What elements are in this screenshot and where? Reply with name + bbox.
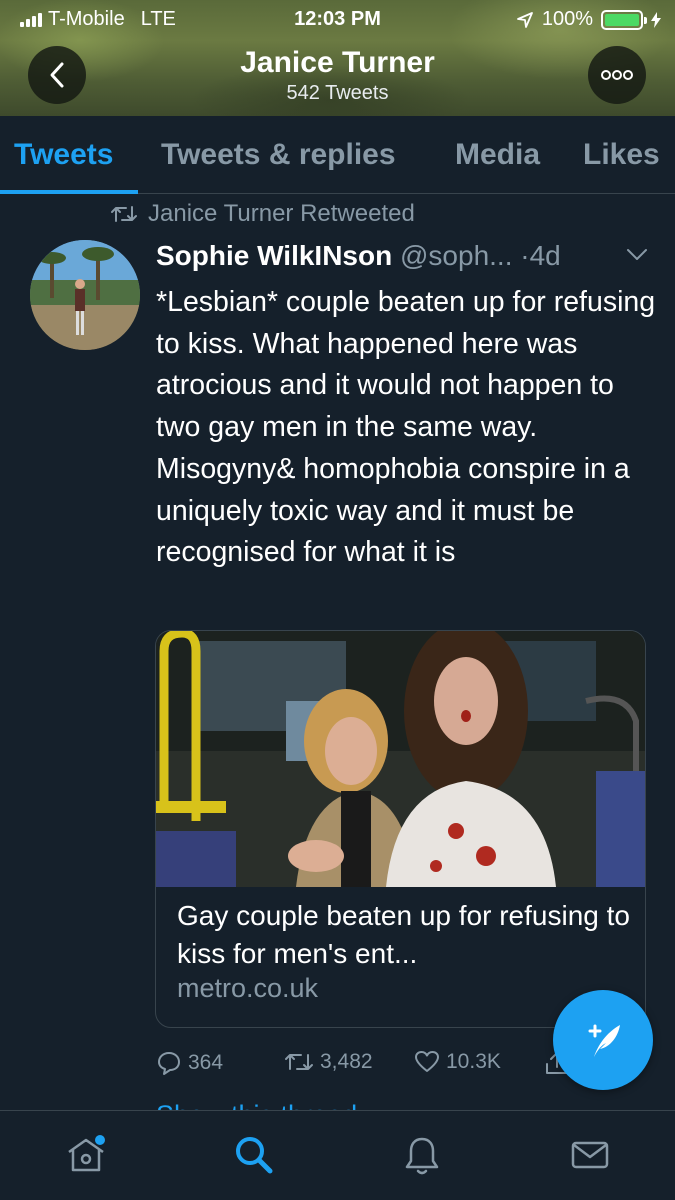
heart-icon <box>415 1051 439 1072</box>
retweet-icon <box>285 1054 313 1070</box>
nav-search[interactable] <box>230 1131 278 1179</box>
tweet-count: 542 Tweets <box>286 82 389 104</box>
chevron-down-icon[interactable] <box>626 248 648 262</box>
bottom-navigation <box>0 1110 675 1200</box>
notifications-icon <box>405 1137 439 1175</box>
tab-media[interactable]: Media <box>455 138 540 172</box>
tweet-header: Sophie WilkINson @soph... ·4d <box>156 240 561 272</box>
retweet-context[interactable]: Janice Turner Retweeted <box>110 200 415 228</box>
battery-icon <box>601 9 647 30</box>
author-handle[interactable]: @soph... <box>400 240 512 271</box>
battery-percent: 100% <box>541 8 593 30</box>
active-tab-indicator <box>0 190 138 194</box>
tweet-text: *Lesbian* couple beaten up for refusing … <box>156 286 656 569</box>
tweet-time: ·4d <box>520 240 561 271</box>
search-icon <box>236 1137 273 1174</box>
reply-count: 364 <box>188 1051 224 1074</box>
retweeted-by-label: Janice Turner Retweeted <box>148 200 415 227</box>
card-title: Gay couple beaten up for refusing to kis… <box>177 900 630 969</box>
profile-tabs: Tweets Tweets & replies Media Likes <box>0 116 675 194</box>
tab-tweets[interactable]: Tweets <box>14 138 113 172</box>
card-image <box>156 631 645 887</box>
profile-header: T-Mobile LTE 12:03 PM 100% Janice Turner… <box>0 0 675 116</box>
tab-likes[interactable]: Likes <box>583 138 660 172</box>
status-bar: T-Mobile LTE 12:03 PM 100% <box>0 0 675 38</box>
nav-home[interactable] <box>62 1131 110 1179</box>
home-icon <box>68 1135 105 1172</box>
tab-tweets-replies[interactable]: Tweets & replies <box>161 138 396 172</box>
location-arrow-icon <box>516 11 533 28</box>
compose-tweet-button[interactable] <box>553 990 653 1090</box>
nav-messages[interactable] <box>566 1131 614 1179</box>
like-button[interactable]: 10.3K <box>414 1050 501 1074</box>
charging-bolt-icon <box>651 11 661 28</box>
like-count: 10.3K <box>446 1050 501 1073</box>
retweet-count: 3,482 <box>320 1050 373 1073</box>
reply-icon <box>158 1052 180 1075</box>
retweet-button[interactable]: 3,482 <box>284 1050 373 1074</box>
card-domain: metro.co.uk <box>177 973 319 1003</box>
author-name[interactable]: Sophie WilkINson <box>156 240 392 271</box>
reply-button[interactable]: 364 <box>156 1050 223 1076</box>
profile-name: Janice Turner <box>240 46 435 79</box>
nav-notifications[interactable] <box>398 1131 446 1179</box>
compose-quill-icon <box>588 1024 620 1057</box>
link-card[interactable]: Gay couple beaten up for refusing to kis… <box>155 630 646 1028</box>
more-dots-icon <box>601 70 633 80</box>
retweet-icon <box>111 206 137 222</box>
avatar[interactable] <box>30 240 140 350</box>
messages-icon <box>571 1141 609 1169</box>
more-button[interactable] <box>588 46 646 104</box>
